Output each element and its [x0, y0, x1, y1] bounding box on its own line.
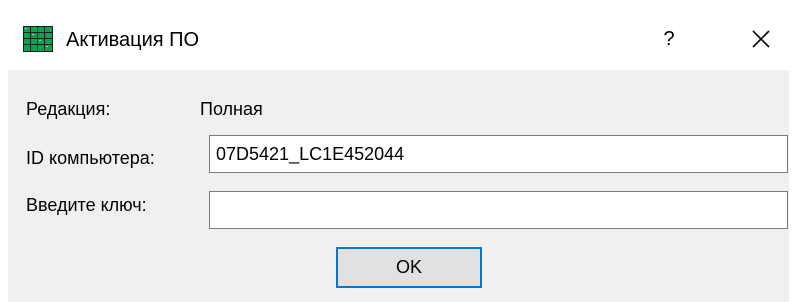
title-bar: Активация ПО ?: [8, 10, 789, 70]
close-button[interactable]: [744, 22, 778, 56]
help-button[interactable]: ?: [654, 24, 684, 54]
computer-id-field[interactable]: [209, 135, 788, 173]
ok-button[interactable]: OK: [336, 247, 482, 288]
close-icon: [752, 30, 770, 48]
ok-button-label: OK: [395, 257, 422, 277]
activation-dialog: Активация ПО ? Редакция: Полная ID компь…: [8, 10, 789, 302]
key-label: Введите ключ:: [26, 195, 147, 215]
computer-id-label: ID компьютера:: [26, 148, 155, 168]
key-input[interactable]: [209, 191, 788, 229]
edition-value: Полная: [200, 99, 263, 119]
edition-label: Редакция:: [26, 99, 111, 119]
app-grid-icon: [23, 26, 53, 52]
window-title: Активация ПО: [66, 29, 200, 51]
